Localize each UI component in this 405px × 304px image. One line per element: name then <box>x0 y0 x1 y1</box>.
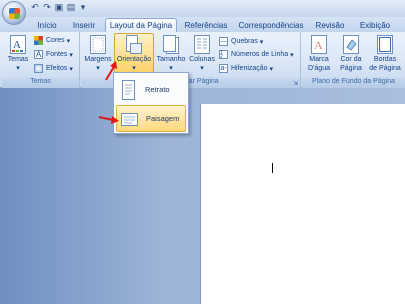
chevron-down-icon: ▾ <box>64 37 71 45</box>
tab-layout-da-pagina[interactable]: Layout da Página <box>105 18 177 32</box>
tab-correspondencias[interactable]: Correspondências <box>236 18 306 32</box>
page-borders-icon <box>377 35 393 54</box>
quebras-label: Quebras <box>231 38 258 45</box>
ribbon-tabs: Início Inserir Layout da Página Referênc… <box>0 17 405 32</box>
chevron-down-icon: ▾ <box>132 65 136 72</box>
temas-label: Temas <box>7 56 29 63</box>
cor-da-pagina-button[interactable]: Cor da Página <box>336 34 366 76</box>
save-icon[interactable]: ▣ <box>54 2 64 13</box>
colors-icon <box>34 36 43 45</box>
themes-icon: A <box>10 35 26 54</box>
marca-dagua-button[interactable]: A Marca D'água <box>304 34 334 76</box>
colunas-button[interactable]: Colunas ▾ <box>187 34 217 76</box>
paisagem-label: Paisagem <box>146 114 180 123</box>
document-page[interactable] <box>200 104 405 304</box>
tab-inicio[interactable]: Início <box>30 18 64 32</box>
efeitos-button[interactable]: Efeitos ▾ <box>34 63 73 74</box>
columns-icon <box>194 35 210 54</box>
orientation-paisagem-item[interactable]: Paisagem <box>116 105 186 132</box>
portrait-icon <box>122 79 135 100</box>
office-logo-icon <box>9 8 20 19</box>
hifenizacao-button[interactable]: a- Hifenização ▾ <box>219 63 273 74</box>
quebras-button[interactable]: Quebras ▾ <box>219 36 263 47</box>
print-icon[interactable]: ▤ <box>66 2 76 13</box>
tab-referencias[interactable]: Referências <box>180 18 232 32</box>
chevron-down-icon: ▾ <box>67 51 73 59</box>
tamanho-label: Tamanho <box>156 56 186 63</box>
svg-text:A: A <box>13 39 21 51</box>
retrato-label: Retrato <box>145 85 170 94</box>
group-label-temas: Temas <box>2 78 79 88</box>
undo-icon[interactable]: ↶ <box>30 2 40 13</box>
chevron-down-icon: ▾ <box>267 65 274 73</box>
numeros-linha-label: Números de Linha <box>231 51 289 58</box>
quick-access-toolbar: ↶ ↷ ▣ ▤ ▾ <box>30 2 88 14</box>
svg-text:A: A <box>314 38 323 52</box>
red-arrow-icon <box>98 116 119 124</box>
chevron-down-icon: ▾ <box>257 38 264 46</box>
hifenizacao-label: Hifenização <box>231 65 268 72</box>
numeros-linha-button[interactable]: 12 Números de Linha ▾ <box>219 49 294 60</box>
ribbon: A Temas ▾ Cores ▾ A Fontes ▾ Efeitos ▾ T… <box>0 32 405 88</box>
landscape-icon <box>121 112 138 126</box>
orientation-retrato-item[interactable]: Retrato <box>116 76 186 103</box>
office-button[interactable] <box>2 1 26 25</box>
orientation-dropdown: Retrato Paisagem <box>113 72 189 134</box>
text-cursor <box>272 163 273 173</box>
size-icon <box>163 35 179 54</box>
chevron-down-icon: ▾ <box>200 65 204 72</box>
hyphenation-icon: a- <box>219 64 228 73</box>
orientacao-button[interactable]: Orientação ▾ <box>114 33 154 73</box>
bordas-de-pagina-button[interactable]: Bordas de Página <box>368 34 402 76</box>
line-numbers-icon: 12 <box>219 50 228 60</box>
efeitos-label: Efeitos <box>46 65 68 72</box>
chevron-down-icon: ▾ <box>96 65 100 72</box>
fontes-button[interactable]: A Fontes ▾ <box>34 49 73 60</box>
orientacao-label: Orientação <box>116 56 152 63</box>
breaks-icon <box>219 37 228 46</box>
redo-icon[interactable]: ↷ <box>42 2 52 13</box>
de-pagina-label: de Página <box>369 65 401 72</box>
pagina-label: Página <box>340 65 362 72</box>
tab-revisao[interactable]: Revisão <box>310 18 350 32</box>
orientation-icon <box>126 35 142 54</box>
page-color-icon <box>343 35 359 54</box>
tab-exibicao[interactable]: Exibição <box>354 18 396 32</box>
watermark-icon: A <box>311 35 327 54</box>
chevron-down-icon: ▾ <box>288 51 294 59</box>
marca-label: Marca <box>309 56 329 63</box>
margins-icon <box>90 35 106 54</box>
title-bar: ↶ ↷ ▣ ▤ ▾ <box>0 0 405 25</box>
tab-inserir[interactable]: Inserir <box>66 18 102 32</box>
dropdown-icon[interactable]: ▾ <box>78 2 88 13</box>
colunas-label: Colunas <box>189 56 215 63</box>
chevron-down-icon: ▾ <box>169 65 173 72</box>
cor-label: Cor da <box>340 56 362 63</box>
red-arrow-icon <box>105 61 117 81</box>
temas-button[interactable]: A Temas ▾ <box>4 34 32 76</box>
cores-label: Cores <box>46 37 65 44</box>
dialog-launcher-icon[interactable]: ⇲ <box>293 80 298 87</box>
cores-button[interactable]: Cores ▾ <box>34 35 70 46</box>
group-temas: A Temas ▾ Cores ▾ A Fontes ▾ Efeitos ▾ T… <box>2 32 80 88</box>
effects-icon <box>34 64 43 73</box>
fontes-label: Fontes <box>46 51 68 58</box>
chevron-down-icon: ▾ <box>67 65 73 73</box>
group-plano-de-fundo: A Marca D'água Cor da Página Bordas de P… <box>302 32 405 88</box>
chevron-down-icon: ▾ <box>16 65 20 72</box>
bordas-label: Bordas <box>373 56 397 63</box>
group-label-plano-de-fundo: Plano de Fundo da Página <box>302 78 405 88</box>
dagua-label: D'água <box>308 65 330 72</box>
tamanho-button[interactable]: Tamanho ▾ <box>155 34 187 76</box>
fonts-icon: A <box>34 50 43 59</box>
